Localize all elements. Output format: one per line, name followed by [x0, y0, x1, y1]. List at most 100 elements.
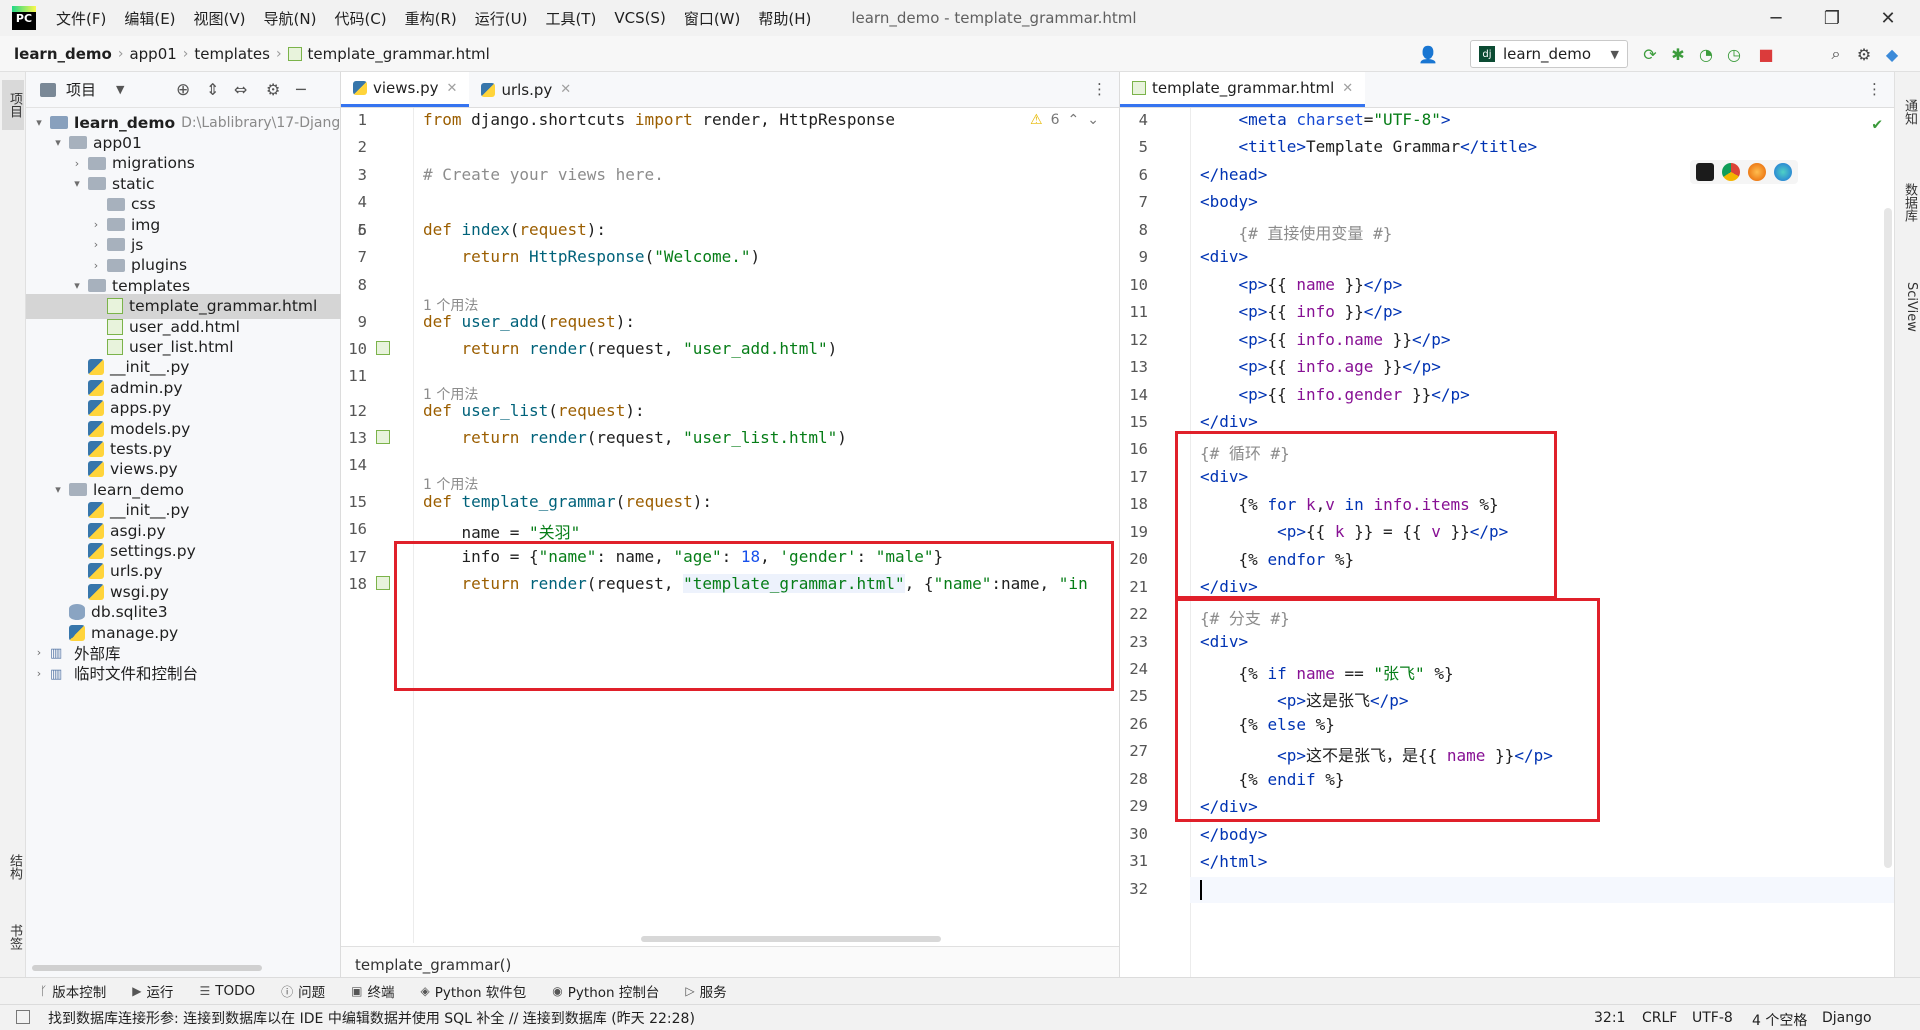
close-icon[interactable]: ✕ [447, 81, 458, 96]
chevron-down-icon[interactable]: ▾ [51, 483, 65, 496]
more-options-icon[interactable]: ⋮ [1867, 80, 1882, 98]
run-configuration-select[interactable]: dj learn_demo ▼ [1470, 40, 1628, 68]
toggle-tool-windows-icon[interactable] [16, 1010, 30, 1024]
python-interpreter[interactable]: Django [1822, 1010, 1872, 1026]
breadcrumb-app01[interactable]: app01 [129, 45, 176, 63]
editor-breadcrumb-footer[interactable]: template_grammar() [341, 946, 1119, 977]
breadcrumb-separator-icon: › [117, 45, 124, 62]
tab-views-py[interactable]: views.py ✕ [341, 72, 470, 107]
chrome-icon[interactable] [1722, 163, 1740, 181]
indent-setting[interactable]: 4 个空格 [1752, 1010, 1807, 1030]
menu-window[interactable]: 窗口(W) [684, 8, 741, 29]
vertical-scrollbar[interactable] [1884, 208, 1892, 868]
vcs-tool-button[interactable]: ᚴ 版本控制 [40, 981, 106, 1001]
project-panel-title[interactable]: 项目 [66, 79, 96, 100]
debug-icon[interactable]: ✱ [1668, 44, 1688, 64]
bookmarks-tool-tab[interactable]: 书签 [2, 912, 24, 962]
horizontal-scrollbar[interactable] [641, 936, 941, 942]
tool-label: 服务 [699, 985, 727, 1001]
close-icon[interactable]: ✕ [560, 82, 571, 97]
tree-item-label: static [112, 174, 155, 193]
user-icon[interactable]: 👤 [1418, 44, 1438, 64]
usage-hint[interactable]: 1 个用法 [423, 474, 478, 494]
chevron-right-icon[interactable]: › [70, 157, 84, 170]
stop-icon[interactable]: ■ [1756, 44, 1776, 64]
tab-template-grammar-html[interactable]: template_grammar.html ✕ [1120, 72, 1366, 107]
horizontal-scrollbar[interactable] [32, 965, 262, 971]
coverage-icon[interactable]: ◔ [1696, 44, 1716, 64]
project-tool-tab[interactable]: 项目 [2, 80, 24, 130]
gear-icon[interactable]: ⚙ [266, 80, 280, 99]
minimize-icon[interactable]: ─ [1748, 0, 1804, 36]
edge-icon[interactable] [1774, 163, 1792, 181]
menu-vcs[interactable]: VCS(S) [614, 9, 665, 27]
template-link-icon[interactable] [376, 576, 390, 590]
sciview-tool-tab[interactable]: SciView [1897, 262, 1919, 352]
chevron-up-icon[interactable]: ⌃ [1068, 112, 1080, 128]
menu-edit[interactable]: 编辑(E) [124, 8, 175, 29]
problems-tool-button[interactable]: ⓘ 问题 [281, 981, 325, 1002]
inspection-widget[interactable]: ⚠ 6 ⌃ ⌄ [1030, 112, 1099, 128]
menu-help[interactable]: 帮助(H) [758, 8, 811, 29]
chevron-right-icon[interactable]: › [89, 218, 103, 231]
breadcrumb-project[interactable]: learn_demo [14, 45, 112, 63]
menu-navigate[interactable]: 导航(N) [264, 8, 317, 29]
close-icon[interactable]: ✕ [1342, 81, 1353, 96]
services-tool-button[interactable]: ▷ 服务 [685, 981, 726, 1001]
python-packages-tool-button[interactable]: ◈ Python 软件包 [420, 981, 526, 1001]
more-options-icon[interactable]: ⋮ [1092, 80, 1107, 98]
menu-run[interactable]: 运行(U) [475, 8, 528, 29]
collapse-all-icon[interactable]: ⇔ [234, 80, 247, 99]
right-editor[interactable]: 4 5 6 7 8 9 10 11 12 13 14 15 16 17 18 19 20 21 22 23 24 25 26… [1119, 108, 1894, 977]
expand-all-icon[interactable]: ⇕ [206, 80, 219, 99]
menu-tools[interactable]: 工具(T) [545, 8, 596, 29]
python-console-tool-button[interactable]: ◉ Python 控制台 [552, 981, 659, 1001]
run-tool-button[interactable]: ▶ 运行 [132, 981, 173, 1001]
caret-position[interactable]: 32:1 [1594, 1010, 1625, 1026]
search-icon[interactable]: ⌕ [1826, 44, 1846, 64]
firefox-icon[interactable] [1748, 163, 1766, 181]
menu-file[interactable]: 文件(F) [56, 8, 106, 29]
template-link-icon[interactable] [376, 341, 390, 355]
chevron-down-icon[interactable]: ▾ [70, 279, 84, 292]
line-number: 31 [1129, 852, 1148, 871]
chevron-right-icon[interactable]: › [32, 646, 46, 659]
menu-code[interactable]: 代码(C) [334, 8, 386, 29]
toolbox-icon[interactable]: ◆ [1882, 44, 1902, 64]
chevron-down-icon[interactable]: ▾ [70, 177, 84, 190]
structure-tool-tab[interactable]: 结构 [2, 842, 24, 892]
chevron-down-icon[interactable]: ⌄ [1087, 112, 1099, 128]
pycharm-browser-icon[interactable] [1696, 163, 1714, 181]
menu-refactor[interactable]: 重构(R) [405, 8, 457, 29]
chevron-down-icon[interactable]: ▾ [32, 116, 46, 129]
rerun-icon[interactable]: ⟳ [1640, 44, 1660, 64]
database-tool-tab[interactable]: 数据库 [1897, 162, 1919, 242]
highlight-box [1175, 431, 1557, 599]
status-message[interactable]: 找到数据库连接形参: 连接到数据库以在 IDE 中编辑数据并使用 SQL 补全 … [48, 1008, 695, 1028]
menu-view[interactable]: 视图(V) [194, 8, 246, 29]
tab-urls-py[interactable]: urls.py ✕ [469, 72, 583, 107]
chevron-right-icon[interactable]: › [89, 259, 103, 272]
maximize-icon[interactable]: ❐ [1804, 0, 1860, 36]
pycharm-logo-icon[interactable]: PC [12, 6, 36, 30]
gear-icon[interactable]: ⚙ [1854, 44, 1874, 64]
breadcrumb-templates[interactable]: templates [194, 45, 270, 63]
tree-item[interactable]: › ▥ 临时文件和控制台 [26, 661, 341, 686]
terminal-tool-button[interactable]: ▣ 终端 [351, 981, 394, 1001]
chevron-down-icon[interactable]: ▾ [51, 136, 65, 149]
line-separator[interactable]: CRLF [1642, 1010, 1677, 1026]
notifications-tool-tab[interactable]: 通知 [1897, 82, 1919, 142]
breadcrumb-file[interactable]: template_grammar.html [308, 45, 490, 63]
file-encoding[interactable]: UTF-8 [1692, 1010, 1733, 1026]
list-icon: ☰ [199, 984, 211, 998]
todo-tool-button[interactable]: ☰ TODO [199, 983, 255, 999]
template-link-icon[interactable] [376, 430, 390, 444]
hide-icon[interactable]: ─ [296, 80, 306, 99]
chevron-right-icon[interactable]: › [89, 238, 103, 251]
profile-icon[interactable]: ◷ [1724, 44, 1744, 64]
locate-icon[interactable]: ⊕ [176, 80, 190, 100]
chevron-down-icon[interactable]: ▼ [116, 83, 124, 96]
left-editor[interactable]: 1 2 3 4 5 6 7 8 9 10 11 12 13 14 15 16 17 18 ⚠ 6 ⌃ ⌄ from… [341, 108, 1119, 943]
chevron-right-icon[interactable]: › [32, 667, 46, 680]
close-icon[interactable]: ✕ [1860, 0, 1916, 36]
